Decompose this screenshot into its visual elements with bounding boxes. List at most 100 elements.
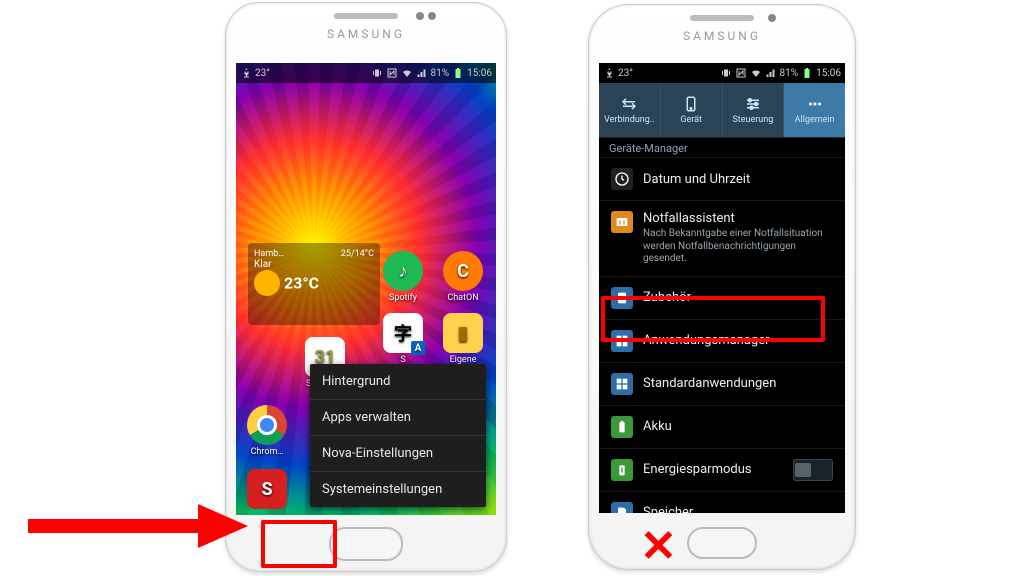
menu-label: Nova-Einstellungen: [322, 446, 433, 461]
row-app-manager[interactable]: Anwendungsmanager: [599, 319, 845, 362]
tab-label: Gerät: [680, 115, 702, 125]
screen-left: 23° 81% 15:06 Hamb… 25/14°C: [236, 63, 496, 515]
nfc-icon: [386, 67, 398, 79]
homescreen[interactable]: Hamb… 25/14°C Klar 23°C ♪Spotify CChatON…: [236, 83, 496, 515]
menu-nova-settings[interactable]: Nova-Einstellungen: [310, 436, 486, 472]
app-label: Spotify: [389, 293, 417, 303]
row-text: Notfallassistent Nach Bekanntgabe einer …: [643, 211, 833, 266]
badge: A: [411, 341, 425, 355]
row-label: Datum und Uhrzeit: [643, 172, 750, 187]
app-chrome[interactable]: Chrom…: [244, 405, 290, 457]
s-icon: S: [247, 469, 287, 509]
tab-label: Steuerung: [732, 115, 773, 125]
folder-icon: ▮: [443, 313, 483, 353]
sensor-dot: [428, 12, 436, 20]
chrome-icon: [247, 405, 287, 445]
canvas: SAMSUNG 23° 81% 15:06: [0, 0, 1024, 576]
sun-icon: [254, 270, 280, 296]
tab-connections[interactable]: Verbindung..: [599, 83, 661, 137]
brand-label: SAMSUNG: [589, 29, 855, 43]
usb-icon: [603, 67, 615, 79]
menu-label: Systemeinstellungen: [322, 482, 442, 497]
powersave-toggle[interactable]: [793, 459, 833, 481]
menu-label: Apps verwalten: [322, 410, 411, 425]
section-device-manager: Geräte-Manager: [599, 137, 845, 157]
status-battery-pct: 81%: [431, 68, 450, 79]
status-battery-pct: 81%: [780, 68, 799, 79]
menu-manage-apps[interactable]: Apps verwalten: [310, 400, 486, 436]
sos-icon: [611, 211, 633, 233]
weather-widget[interactable]: Hamb… 25/14°C Klar 23°C: [248, 243, 380, 325]
status-clock: 15:06: [467, 68, 492, 79]
tab-device[interactable]: Gerät: [661, 83, 723, 137]
wifi-icon: [750, 67, 762, 79]
status-temp: 23°: [618, 68, 633, 79]
statusbar: 23° 81% 15:06: [236, 63, 496, 83]
row-label: Notfallassistent: [643, 211, 735, 226]
app-spotify[interactable]: ♪Spotify: [380, 251, 426, 303]
home-button[interactable]: [329, 527, 403, 561]
row-label: Standardanwendungen: [643, 376, 776, 391]
phone-left: SAMSUNG 23° 81% 15:06: [225, 2, 507, 572]
powersave-icon: [611, 459, 633, 481]
sensor-dot: [416, 12, 424, 20]
temp-label: 23°C: [284, 274, 319, 293]
nfc-icon: [735, 67, 747, 79]
row-emergency[interactable]: Notfallassistent Nach Bekanntgabe einer …: [599, 200, 845, 276]
clock-icon: [611, 168, 633, 190]
menu-system-settings[interactable]: Systemeinstellungen: [310, 472, 486, 507]
storage-icon: [611, 502, 633, 514]
controls-icon: [744, 95, 762, 113]
app-label: Chrom…: [251, 447, 284, 457]
earpiece: [690, 15, 754, 21]
glyph: 字: [394, 320, 412, 346]
row-label: Zubehör: [643, 290, 691, 305]
battery-icon: [801, 67, 813, 79]
device-icon: [682, 95, 700, 113]
app-chaton[interactable]: CChatON: [440, 251, 486, 303]
row-accessory[interactable]: Zubehör: [599, 276, 845, 319]
connections-icon: [620, 95, 638, 113]
row-label: Energiesparmodus: [643, 462, 752, 477]
tab-controls[interactable]: Steuerung: [723, 83, 785, 137]
app-s[interactable]: S: [244, 469, 290, 511]
row-battery[interactable]: Akku: [599, 405, 845, 448]
brand-label: SAMSUNG: [226, 27, 506, 41]
statusbar: 23° 81% 15:06: [599, 63, 845, 83]
wifi-icon: [401, 67, 413, 79]
app-label: ChatON: [447, 293, 478, 303]
usb-icon: [240, 67, 252, 79]
screen-right: 23° 81% 15:06 Verbindung..: [599, 63, 845, 513]
status-temp: 23°: [255, 68, 270, 79]
row-powersave[interactable]: Energiesparmodus: [599, 448, 845, 491]
battery-icon: [611, 416, 633, 438]
row-label: Akku: [643, 419, 672, 434]
vibrate-icon: [720, 67, 732, 79]
signal-icon: [765, 67, 777, 79]
battery-icon: [452, 67, 464, 79]
default-apps-icon: [611, 373, 633, 395]
row-storage[interactable]: Speicher: [599, 491, 845, 514]
menu-wallpaper[interactable]: Hintergrund: [310, 364, 486, 400]
tab-label: Allgemein: [795, 115, 835, 125]
city-label: Hamb…: [254, 249, 284, 259]
vibrate-icon: [371, 67, 383, 79]
row-default-apps[interactable]: Standardanwendungen: [599, 362, 845, 405]
tab-general[interactable]: Allgemein: [784, 83, 845, 137]
settings-tabs: Verbindung.. Gerät Steuerung Allgemein: [599, 83, 845, 137]
row-sublabel: Nach Bekanntgabe einer Notfallsituation …: [643, 228, 833, 266]
phone-right: SAMSUNG 23° 81% 15:06: [588, 4, 856, 570]
earpiece: [334, 13, 398, 19]
signal-icon: [416, 67, 428, 79]
toggle-knob: [795, 463, 811, 477]
translator-icon: 字A: [383, 313, 423, 353]
menu-label: Hintergrund: [322, 374, 390, 389]
row-datetime[interactable]: Datum und Uhrzeit: [599, 157, 845, 200]
status-clock: 15:06: [816, 68, 841, 79]
context-menu: Hintergrund Apps verwalten Nova-Einstell…: [310, 364, 486, 507]
home-button[interactable]: [687, 527, 757, 559]
accessory-icon: [611, 287, 633, 309]
cond-label: Klar: [254, 259, 374, 270]
tab-label: Verbindung..: [604, 115, 654, 125]
more-icon: [806, 95, 824, 113]
